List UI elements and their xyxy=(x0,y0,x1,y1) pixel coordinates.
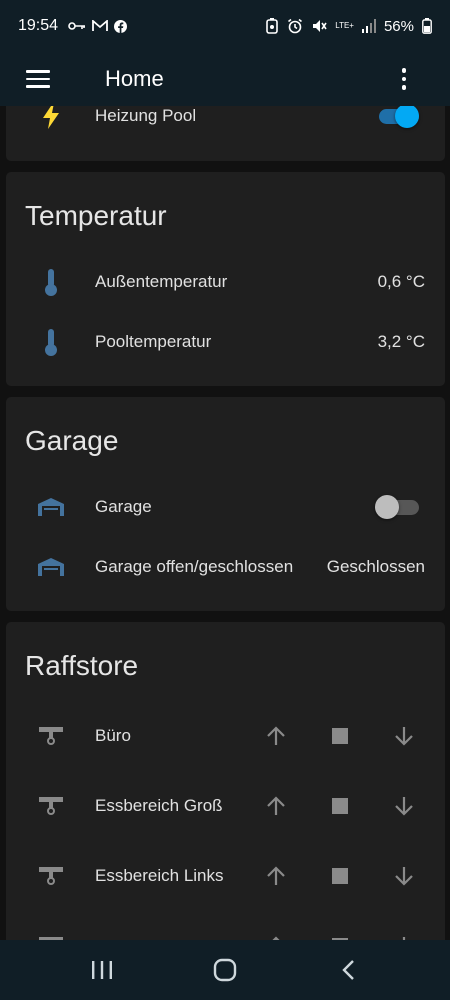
entity-label: Garage offen/geschlossen xyxy=(95,557,294,576)
entity-label: Pooltemperatur xyxy=(95,332,212,351)
card-top-partial: Heizung Pool xyxy=(6,106,445,161)
back-chevron-icon xyxy=(342,960,355,980)
entity-row-pooltemperatur[interactable]: Pooltemperatur 3,2 °C xyxy=(6,318,445,366)
network-label: LTE+ xyxy=(335,20,354,30)
system-nav-bar xyxy=(0,940,450,1000)
thermometer-icon xyxy=(45,269,57,296)
close-cover-button[interactable] xyxy=(386,928,422,940)
card-title: Raffstore xyxy=(25,650,139,681)
open-cover-button[interactable] xyxy=(258,788,294,824)
blinds-icon xyxy=(39,867,63,885)
blinds-icon xyxy=(39,727,63,745)
mute-icon xyxy=(313,20,327,32)
battery-percent: 56% xyxy=(383,17,414,35)
entity-label: Essbereich Groß xyxy=(95,796,223,815)
facebook-icon xyxy=(114,19,128,33)
stop-icon xyxy=(332,728,348,744)
stop-cover-button[interactable] xyxy=(322,718,358,754)
garage-toggle[interactable] xyxy=(375,494,419,520)
arrow-up-icon xyxy=(267,726,285,745)
stop-cover-button[interactable] xyxy=(322,928,358,940)
entity-row-aussentemperatur[interactable]: Außentemperatur 0,6 °C xyxy=(6,258,445,306)
heizung-pool-toggle[interactable] xyxy=(375,106,419,129)
entity-row-heizung-pool[interactable]: Heizung Pool xyxy=(6,106,445,140)
stop-icon xyxy=(332,868,348,884)
entity-row-essbereich-gross[interactable]: Essbereich Groß xyxy=(6,782,445,830)
arrow-down-icon xyxy=(395,867,413,886)
hamburger-icon xyxy=(26,70,50,73)
page-title: Home xyxy=(105,66,164,91)
entity-label: Garage xyxy=(95,497,152,516)
arrow-up-icon xyxy=(267,796,285,815)
battery-saver-icon xyxy=(266,18,279,34)
key-icon xyxy=(68,22,86,30)
entity-row-garage[interactable]: Garage xyxy=(6,483,445,531)
gmail-icon xyxy=(92,20,108,31)
arrow-up-icon xyxy=(267,866,285,885)
battery-icon xyxy=(422,18,432,34)
close-cover-button[interactable] xyxy=(386,788,422,824)
stop-icon xyxy=(332,798,348,814)
blinds-icon xyxy=(39,797,63,815)
entity-label: Essbereich Links xyxy=(95,866,224,885)
entity-value: Geschlossen xyxy=(326,557,425,576)
card-title: Garage xyxy=(25,425,119,456)
entity-label: Heizung Pool xyxy=(95,106,197,125)
entity-row-garage-status[interactable]: Garage offen/geschlossen Geschlossen xyxy=(6,543,445,591)
status-bar: 19:54 LTE+ 56% xyxy=(0,0,450,52)
card-garage: Garage Garage Garage offen/geschlossen G… xyxy=(6,397,445,611)
alarm-icon xyxy=(288,18,303,34)
stop-cover-button[interactable] xyxy=(322,858,358,894)
card-raffstore: Raffstore Büro Essbereich Groß Essbereic… xyxy=(6,622,445,940)
card-title: Temperatur xyxy=(25,200,167,231)
entity-value: 0,6 °C xyxy=(377,272,425,291)
recent-apps-button[interactable] xyxy=(82,950,122,990)
entity-row-buero[interactable]: Büro xyxy=(6,712,445,760)
arrow-down-icon xyxy=(395,727,413,746)
open-cover-button[interactable] xyxy=(258,928,294,940)
card-temperatur: Temperatur Außentemperatur 0,6 °C Poolte… xyxy=(6,172,445,386)
close-cover-button[interactable] xyxy=(386,718,422,754)
back-button[interactable] xyxy=(328,950,368,990)
flash-icon xyxy=(43,106,59,129)
open-cover-button[interactable] xyxy=(258,718,294,754)
open-cover-button[interactable] xyxy=(258,858,294,894)
entity-label: Außentemperatur xyxy=(95,272,228,291)
close-cover-button[interactable] xyxy=(386,858,422,894)
entity-row-essbereich-links[interactable]: Essbereich Links xyxy=(6,852,445,900)
signal-icon xyxy=(361,19,376,33)
dashboard-content[interactable]: Heizung Pool Temperatur Außentemperatur … xyxy=(0,106,450,940)
garage-icon xyxy=(38,498,64,516)
entity-value: 3,2 °C xyxy=(377,332,425,351)
entity-label: Büro xyxy=(95,726,131,745)
recents-icon xyxy=(91,961,112,979)
home-button[interactable] xyxy=(205,950,245,990)
arrow-down-icon xyxy=(395,797,413,816)
status-time: 19:54 xyxy=(18,17,59,34)
entity-row-partial[interactable] xyxy=(6,922,445,940)
stop-cover-button[interactable] xyxy=(322,788,358,824)
overflow-menu-button[interactable] xyxy=(394,64,414,94)
garage-icon xyxy=(38,558,64,576)
home-circle-icon xyxy=(213,958,237,982)
thermometer-icon xyxy=(45,329,57,356)
menu-button[interactable] xyxy=(26,59,76,99)
more-vert-icon xyxy=(401,68,407,73)
app-bar: Home xyxy=(0,52,450,106)
